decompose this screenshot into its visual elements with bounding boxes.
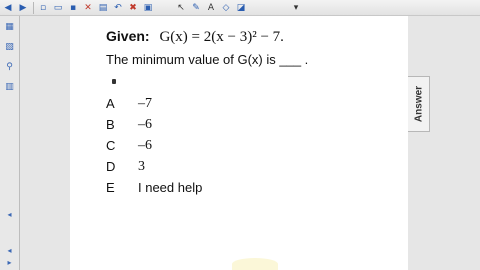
back-icon[interactable]: ◀ (2, 2, 14, 14)
answer-tab[interactable]: Answer (408, 76, 430, 132)
choice-letter: D (106, 159, 116, 174)
choice-text: 3 (138, 159, 145, 174)
open-icon[interactable]: ▭ (52, 2, 64, 14)
answer-choices: A –7 B –6 C –6 D 3 E I need help (106, 96, 306, 201)
choice-e[interactable]: E I need help (106, 180, 306, 201)
question-prompt: The minimum value of G(x) is ___ . (106, 52, 309, 67)
given-statement: Given: G(x) = 2(x − 3)² − 7. (106, 28, 284, 46)
sidebar-toggle-icon[interactable]: ◂ (3, 208, 16, 221)
gallery-icon[interactable]: ▧ (3, 40, 16, 53)
mouse-cursor (112, 79, 116, 84)
highlight-glow (232, 258, 278, 270)
workspace-margin-left (20, 16, 70, 270)
page-sorter-icon[interactable]: ▦ (3, 20, 16, 33)
notebook-window: ◀ ▶ ▫ ▭ ▪ ✕ ▤ ↶ ✖ ▣ ↖ ✎ A ◇ ◪ ▾ ▦ ▧ ⚲ ▥ … (0, 0, 480, 270)
fill-icon[interactable]: ◪ (235, 2, 247, 14)
choice-letter: C (106, 138, 116, 153)
choice-a[interactable]: A –7 (106, 96, 306, 117)
attachments-icon[interactable]: ⚲ (3, 60, 16, 73)
save-icon[interactable]: ▪ (67, 2, 79, 14)
choice-letter: A (106, 96, 115, 111)
choice-letter: B (106, 117, 115, 132)
text-icon[interactable]: A (205, 2, 217, 14)
paste-icon[interactable]: ▤ (97, 2, 109, 14)
left-sidebar: ▦ ▧ ⚲ ▥ ◂ ◂ ▸ (0, 16, 20, 270)
choice-text: –7 (138, 96, 152, 111)
answer-tab-label: Answer (413, 85, 424, 123)
workspace-margin-right (408, 16, 480, 270)
notebook-page[interactable]: Given: G(x) = 2(x − 3)² − 7. The minimum… (70, 16, 408, 270)
sidebar-move-icon[interactable]: ▸ (3, 256, 16, 269)
toolbar-divider (33, 1, 34, 14)
screen-icon[interactable]: ▣ (142, 2, 154, 14)
choice-b[interactable]: B –6 (106, 117, 306, 138)
pen-icon[interactable]: ✎ (190, 2, 202, 14)
choice-text: I need help (138, 180, 203, 195)
new-page-icon[interactable]: ▫ (37, 2, 49, 14)
undo-icon[interactable]: ↶ (112, 2, 124, 14)
choice-c[interactable]: C –6 (106, 138, 306, 159)
top-toolbar: ◀ ▶ ▫ ▭ ▪ ✕ ▤ ↶ ✖ ▣ ↖ ✎ A ◇ ◪ ▾ (0, 0, 480, 16)
choice-d[interactable]: D 3 (106, 159, 306, 180)
close-icon[interactable]: ✖ (127, 2, 139, 14)
choice-text: –6 (138, 117, 152, 132)
properties-icon[interactable]: ▥ (3, 80, 16, 93)
pointer-icon[interactable]: ↖ (175, 2, 187, 14)
forward-icon[interactable]: ▶ (17, 2, 29, 14)
choice-text: –6 (138, 138, 152, 153)
expand-icon[interactable]: ▾ (290, 2, 302, 14)
delete-icon[interactable]: ✕ (82, 2, 94, 14)
choice-letter: E (106, 180, 115, 195)
given-label: Given: (106, 28, 150, 44)
given-equation: G(x) = 2(x − 3)² − 7. (159, 29, 284, 45)
shape-icon[interactable]: ◇ (220, 2, 232, 14)
